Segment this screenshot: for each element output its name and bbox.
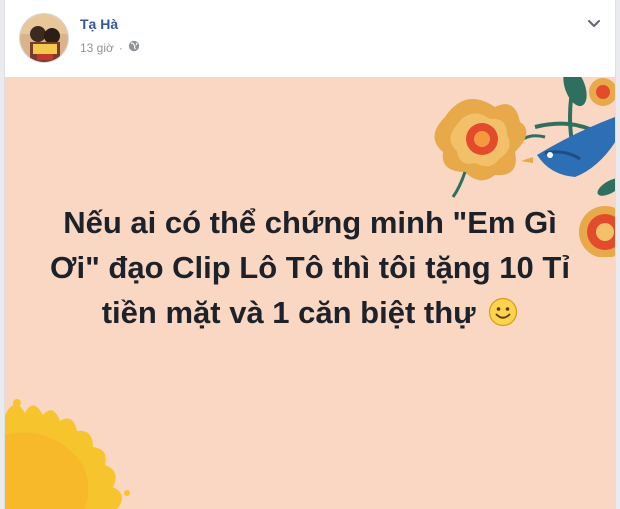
post-timestamp[interactable]: 13 giờ [80,41,114,55]
post-header: Tạ Hà 13 giờ · [5,0,615,76]
chevron-down-icon[interactable] [583,14,605,34]
sun-decoration [5,399,130,509]
meta-separator: · [118,40,123,55]
author-avatar[interactable] [19,13,69,63]
author-name[interactable]: Tạ Hà [80,16,118,32]
post-card: Tạ Hà 13 giờ · Nếu ai có thể chứng minh … [4,0,616,509]
globe-icon[interactable] [128,40,140,55]
post-text: Nếu ai có thể chứng minh "Em Gì Ơi" đạo … [45,200,575,339]
smiley-emoji-icon [488,294,518,339]
post-meta: 13 giờ · [80,40,140,55]
post-background: Nếu ai có thể chứng minh "Em Gì Ơi" đạo … [5,77,615,509]
